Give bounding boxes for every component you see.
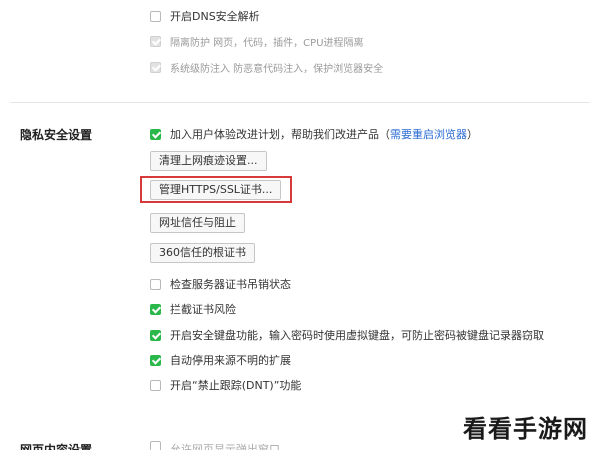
- block-certificate-risk-checkbox[interactable]: [150, 303, 161, 315]
- isolation-protection-checkbox: [150, 36, 161, 47]
- user-experience-checkbox[interactable]: [150, 128, 161, 140]
- clear-browsing-traces-button[interactable]: 清理上网痕迹设置...: [150, 151, 267, 171]
- check-revocation-checkbox[interactable]: [150, 278, 161, 290]
- check-revocation-label: 检查服务器证书吊销状态: [170, 278, 291, 291]
- web-content-section-title: 网页内容设置: [20, 443, 93, 450]
- site-trust-and-block-button[interactable]: 网址信任与阻止: [150, 213, 245, 233]
- trusted-root-certificates-button[interactable]: 360信任的根证书: [150, 243, 255, 263]
- isolation-protection-label: 隔离防护 网页，代码，插件，CPU进程隔离: [170, 38, 364, 49]
- disable-unknown-extensions-option[interactable]: 自动停用来源不明的扩展: [150, 352, 291, 368]
- isolation-protection-option: 隔离防护 网页，代码，插件，CPU进程隔离: [150, 34, 364, 49]
- block-certificate-risk-label: 拦截证书风险: [170, 303, 236, 316]
- dns-security-checkbox[interactable]: [150, 10, 161, 22]
- user-experience-label: 加入用户体验改进计划，帮助我们改进产品（: [170, 128, 390, 141]
- do-not-track-checkbox[interactable]: [150, 379, 161, 391]
- site-watermark: 看看手游网: [463, 415, 588, 443]
- secure-keyboard-option[interactable]: 开启安全键盘功能，输入密码时使用虚拟键盘，可防止密码被键盘记录器窃取: [150, 327, 544, 343]
- restart-browser-link[interactable]: 需要重启浏览器: [390, 126, 467, 142]
- anti-injection-label: 系统级防注入 防恶意代码注入，保护浏览器安全: [170, 64, 384, 75]
- secure-keyboard-label: 开启安全键盘功能，输入密码时使用虚拟键盘，可防止密码被键盘记录器窃取: [170, 329, 544, 342]
- do-not-track-label: 开启“禁止跟踪(DNT)”功能: [170, 379, 302, 392]
- block-certificate-risk-option[interactable]: 拦截证书风险: [150, 301, 236, 317]
- privacy-section-title: 隐私安全设置: [20, 128, 93, 142]
- check-revocation-option[interactable]: 检查服务器证书吊销状态: [150, 276, 291, 292]
- section-divider: [10, 102, 590, 103]
- user-experience-suffix: ）: [467, 128, 478, 141]
- secure-keyboard-checkbox[interactable]: [150, 329, 161, 341]
- anti-injection-option: 系统级防注入 防恶意代码注入，保护浏览器安全: [150, 60, 383, 75]
- next-section-first-option[interactable]: 允许网页显示弹出窗口: [150, 441, 280, 450]
- next-section-checkbox[interactable]: [150, 441, 161, 450]
- manage-https-ssl-certificates-button[interactable]: 管理HTTPS/SSL证书...: [150, 180, 282, 200]
- dns-security-label: 开启DNS安全解析: [170, 10, 260, 23]
- disable-unknown-extensions-checkbox[interactable]: [150, 354, 161, 366]
- next-section-first-label: 允许网页显示弹出窗口: [170, 443, 280, 450]
- do-not-track-option[interactable]: 开启“禁止跟踪(DNT)”功能: [150, 377, 301, 393]
- anti-injection-checkbox: [150, 62, 161, 73]
- disable-unknown-extensions-label: 自动停用来源不明的扩展: [170, 354, 291, 367]
- dns-security-option[interactable]: 开启DNS安全解析: [150, 8, 260, 24]
- user-experience-program-option[interactable]: 加入用户体验改进计划，帮助我们改进产品（ 需要重启浏览器）: [150, 126, 478, 142]
